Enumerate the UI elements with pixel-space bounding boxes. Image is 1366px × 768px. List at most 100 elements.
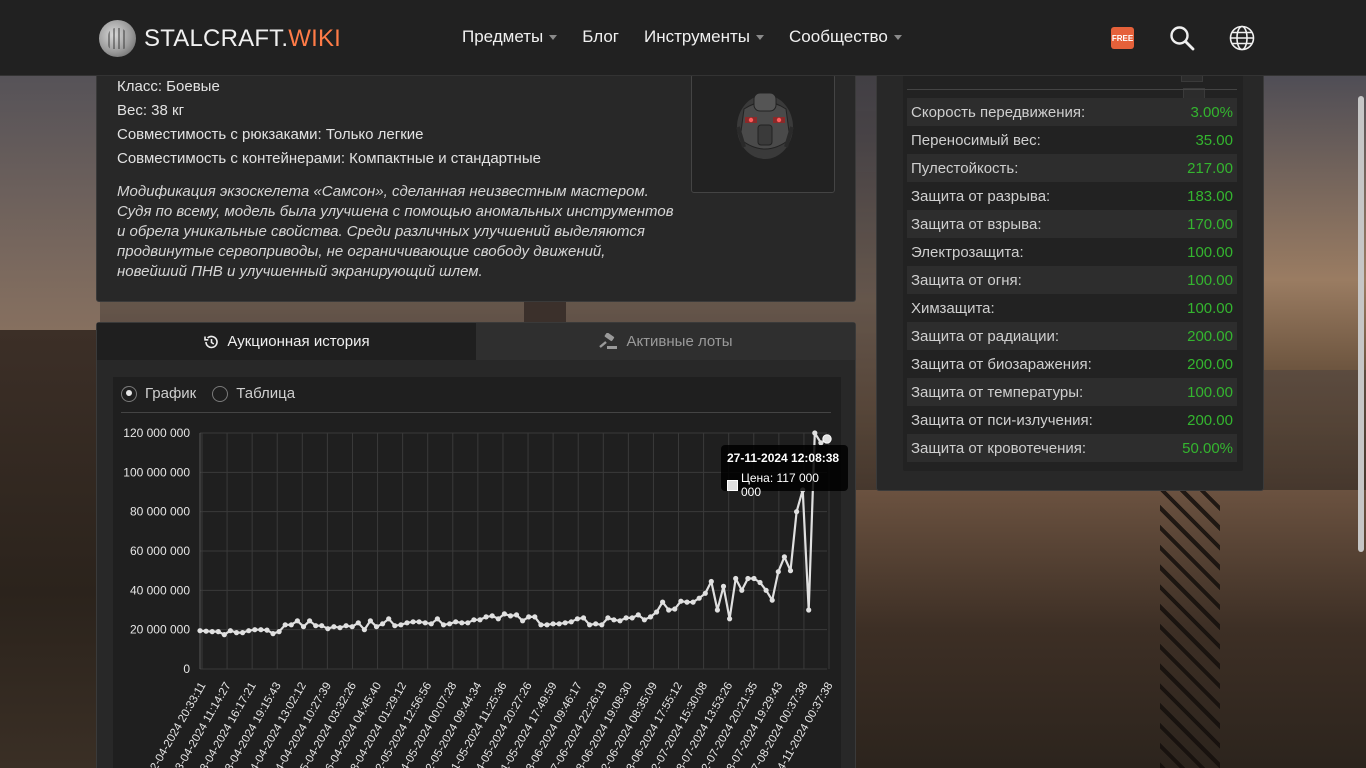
site-logo[interactable]: STALCRAFT.WIKI <box>99 20 341 57</box>
stat-row: Защита от огня: 100.00 <box>907 266 1237 294</box>
data-point <box>775 569 781 575</box>
stat-label: Пулестойкость: <box>911 159 1019 177</box>
data-point <box>240 630 246 636</box>
data-point <box>745 575 751 582</box>
data-point <box>635 612 641 618</box>
data-point <box>422 620 428 626</box>
data-point <box>623 615 629 621</box>
tab-auction-history[interactable]: Аукционная история <box>97 323 476 360</box>
data-point <box>276 629 282 635</box>
logo-text: STALCRAFT.WIKI <box>144 24 342 52</box>
nav-community[interactable]: Сообщество <box>789 27 902 47</box>
tooltip-price: Цена: 117 000 000 <box>740 471 819 499</box>
data-point <box>751 575 757 582</box>
data-point <box>252 627 258 633</box>
stat-row: Защита от радиации: 200.00 <box>907 322 1237 350</box>
data-point <box>812 430 818 436</box>
data-point <box>556 621 562 627</box>
data-point <box>794 509 800 515</box>
data-point <box>757 579 763 586</box>
stat-value: 100.00 <box>1187 383 1233 401</box>
data-point <box>459 620 465 626</box>
data-point <box>714 607 721 613</box>
item-weight: Вес: 38 кг <box>117 102 185 119</box>
data-point <box>806 607 812 613</box>
radio-table[interactable]: Таблица <box>212 385 295 402</box>
page-scrollbar[interactable] <box>1358 96 1364 552</box>
data-point <box>684 599 690 605</box>
data-point <box>373 624 380 630</box>
data-point <box>489 613 495 619</box>
nav-blog[interactable]: Блог <box>582 27 619 47</box>
stat-label: Защита от температуры: <box>911 383 1084 401</box>
tab-active-lots[interactable]: Активные лоты <box>476 323 855 360</box>
data-point <box>526 614 532 620</box>
data-point <box>605 615 611 621</box>
nav-items-label: Предметы <box>462 27 544 46</box>
stat-label: Электрозащита: <box>911 243 1024 261</box>
data-point <box>440 622 447 628</box>
site-header: STALCRAFT.WIKI Предметы Блог Инструменты… <box>0 0 1366 76</box>
stats-divider <box>907 89 1237 90</box>
data-point <box>702 590 708 596</box>
data-point <box>720 583 727 589</box>
globe-icon[interactable] <box>1229 25 1255 51</box>
stat-row: Химзащита: 100.00 <box>907 294 1237 322</box>
data-point <box>416 619 422 625</box>
stat-row: Защита от кровотечения: 50.00% <box>907 434 1237 462</box>
y-tick-label: 20 000 000 <box>130 623 190 637</box>
search-icon[interactable] <box>1169 25 1195 51</box>
stat-value: 100.00 <box>1187 271 1233 289</box>
radio-chart-circle[interactable] <box>121 385 137 402</box>
data-point <box>294 618 300 624</box>
nav-community-label: Сообщество <box>789 27 888 46</box>
price-chart-panel: График Таблица 0 20 000 000 40 000 000 60 0… <box>113 377 848 768</box>
stat-value: 217.00 <box>1187 159 1233 177</box>
auction-card: Аукционная история Активные лоты График … <box>96 322 856 768</box>
data-point <box>325 626 331 632</box>
data-point <box>221 632 227 638</box>
nav-tools[interactable]: Инструменты <box>644 27 765 47</box>
radio-table-circle[interactable] <box>212 385 229 402</box>
y-tick-label: 60 000 000 <box>130 544 190 558</box>
stat-row: Защита от биозаражения: 200.00 <box>907 350 1237 378</box>
data-point <box>209 629 215 635</box>
data-point <box>501 611 507 617</box>
data-point <box>666 607 672 613</box>
data-point <box>447 621 453 627</box>
data-point <box>392 623 398 629</box>
item-container-compat: Совместимость с контейнерами: Компактные… <box>117 150 541 167</box>
data-point <box>660 599 666 605</box>
stat-value: 100.00 <box>1187 299 1233 317</box>
stat-label: Переносимый вес: <box>911 131 1041 149</box>
free-badge-button[interactable]: FREE <box>1111 27 1134 49</box>
data-point <box>580 615 587 621</box>
nav-items[interactable]: Предметы <box>462 27 558 47</box>
data-point <box>398 622 404 628</box>
data-point <box>574 616 580 622</box>
tab-active-lots-label: Активные лоты <box>626 333 733 350</box>
data-point <box>763 587 769 593</box>
data-point <box>380 621 386 627</box>
radio-chart[interactable]: График <box>121 385 196 402</box>
data-point <box>367 618 373 624</box>
data-point <box>733 575 739 582</box>
tooltip-swatch <box>727 479 738 491</box>
data-point <box>654 609 660 615</box>
data-point <box>587 622 593 628</box>
data-point <box>520 618 526 624</box>
tooltip-date: 27-11-2024 12:08:38 <box>727 451 840 465</box>
data-point <box>465 620 471 626</box>
chevron-down-icon <box>893 34 902 40</box>
data-point <box>538 622 544 628</box>
y-tick-label: 100 000 000 <box>123 465 190 479</box>
main-nav: Предметы Блог Инструменты Сообщество <box>462 27 927 47</box>
stat-label: Химзащита: <box>911 299 995 317</box>
stat-label: Защита от биозаражения: <box>911 355 1092 373</box>
data-point <box>343 623 349 629</box>
stat-row: Переносимый вес: 35.00 <box>907 126 1237 154</box>
stat-row: Защита от взрыва: 170.00 <box>907 210 1237 238</box>
item-info-card: Класс: Боевые Вес: 38 кг Совместимость с… <box>96 68 856 302</box>
stat-value: 50.00% <box>1182 439 1233 457</box>
data-point <box>386 616 392 622</box>
